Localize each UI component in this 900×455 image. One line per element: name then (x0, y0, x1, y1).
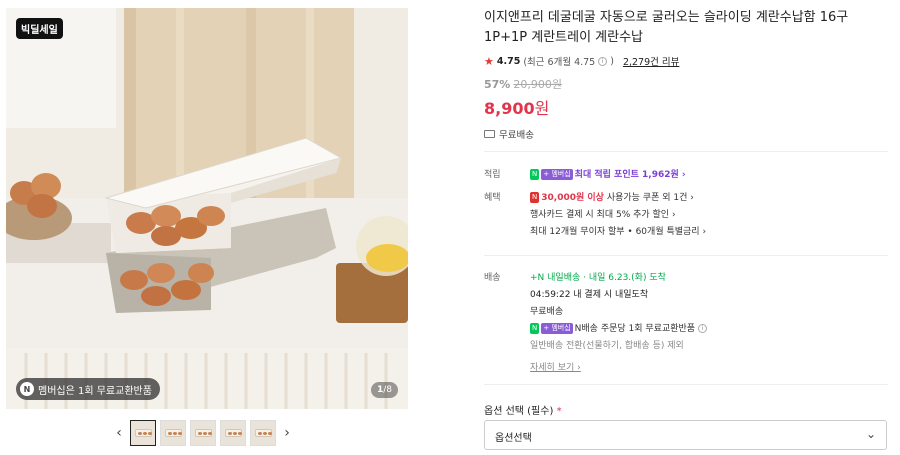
price-value: 8,900 (484, 99, 535, 118)
exclusion-text: 일반배송 전환(선물하기, 합배송 등) 제외 (530, 341, 684, 351)
product-title: 이지앤프리 데굴데굴 자동으로 굴러오는 슬라이딩 계란수납함 16구 1P+1… (484, 10, 849, 45)
naver-membership-icon: N (20, 382, 34, 396)
installment-link[interactable]: 최대 12개월 무이자 할부 • 60개월 특별금리 › (530, 227, 706, 237)
card-discount-link[interactable]: 행사카드 결제 시 최대 5% 추가 할인 › (530, 210, 676, 220)
thumbnail-3[interactable] (190, 420, 216, 446)
naver-n-badge: N (530, 323, 540, 334)
details-link[interactable]: 자세히 보기 › (530, 360, 581, 377)
option-select-value: 옵션선택 (495, 433, 532, 444)
price-unit: 원 (534, 99, 550, 118)
thumbnail-strip: ‹ › (112, 420, 294, 446)
shipping-text: 무료배송 (499, 130, 534, 141)
original-price: 20,900원 (513, 78, 562, 91)
product-photo-illustration (6, 8, 408, 409)
divider (484, 151, 888, 152)
discount-row: 57% 20,900원 (484, 76, 888, 92)
divider (484, 384, 888, 385)
thumbnail-prev-button[interactable]: ‹ (112, 425, 126, 441)
shipping-row: 무료배송 (484, 127, 888, 141)
naver-n-badge: N (530, 169, 540, 180)
product-main-image[interactable]: 빅딜세일 N 멤버십은 1회 무료교환반품 1/8 (6, 8, 408, 409)
thumbnail-4[interactable] (220, 420, 246, 446)
info-icon[interactable]: i (697, 324, 707, 333)
discount-rate: 57% (484, 78, 511, 91)
image-counter: 1/8 (370, 382, 398, 398)
arrival-date: · 내일 6.23.(화) 도착 (580, 273, 666, 283)
membership-badge: + 멤버십 (541, 169, 573, 180)
option-label-text: 옵션 선택 (필수) (484, 406, 554, 417)
rating-close: ) (610, 55, 614, 67)
option-label: 옵션 선택 (필수) * (484, 402, 562, 417)
tomorrow-delivery-badge: +N 내일배송 (530, 273, 581, 283)
benefit-label: 혜택 (484, 193, 501, 203)
review-count-link[interactable]: 2,279건 리뷰 (623, 54, 679, 68)
coupon-line[interactable]: N 30,000원 이상 사용가능 쿠폰 외 1건 › (530, 192, 694, 203)
rating-row: ★ 4.75 (최근 6개월 4.75 i) 2,279건 리뷰 (484, 54, 888, 69)
thumbnail-1[interactable] (130, 420, 156, 446)
star-icon: ★ (484, 54, 494, 68)
thumbnail-5[interactable] (250, 420, 276, 446)
info-icon[interactable]: i (598, 56, 608, 66)
cutoff-text: 04:59:22 내 결제 시 내일도착 (530, 290, 649, 300)
divider (484, 255, 888, 256)
truck-icon (484, 130, 495, 138)
thumbnail-next-button[interactable]: › (280, 425, 294, 441)
rating-score: 4.75 (496, 55, 521, 67)
option-select[interactable]: 옵션선택 ⌄ (484, 420, 887, 450)
coupon-text: 사용가능 쿠폰 외 1건 › (603, 193, 694, 203)
free-exchange-text: N배송 주문당 1회 무료교환반품 (574, 324, 696, 334)
thumbnail-2[interactable] (160, 420, 186, 446)
sale-price: 8,900원 (484, 95, 888, 119)
coupon-badge: N (530, 192, 540, 203)
points-label: 적립 (484, 170, 501, 180)
deal-badge: 빅딜세일 (16, 18, 63, 39)
membership-badge: + 멤버십 (541, 323, 573, 334)
free-shipping-text: 무료배송 (530, 307, 564, 317)
membership-exchange-pill: N 멤버십은 1회 무료교환반품 (16, 378, 160, 400)
rating-recent: (최근 6개월 4.75 (523, 57, 596, 68)
points-link[interactable]: 최대 적립 포인트 1,962원 › (575, 170, 686, 180)
delivery-label: 배송 (484, 273, 501, 283)
required-mark: * (556, 406, 562, 417)
product-info: 이지앤프리 데굴데굴 자동으로 굴러오는 슬라이딩 계란수납함 16구 1P+1… (484, 8, 888, 141)
chevron-down-icon: ⌄ (865, 427, 876, 441)
coupon-highlight: 30,000원 이상 (541, 193, 604, 203)
counter-total: /8 (383, 385, 392, 395)
membership-pill-text: 멤버십은 1회 무료교환반품 (38, 385, 152, 397)
